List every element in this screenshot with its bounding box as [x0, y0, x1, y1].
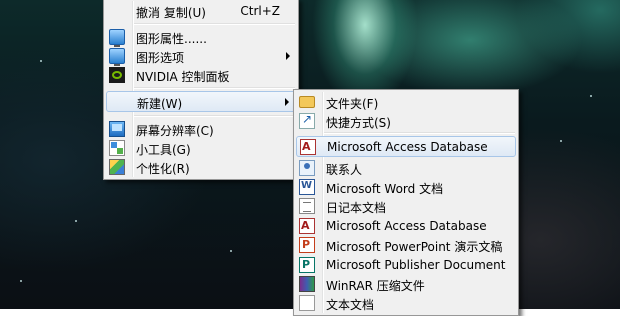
- menu-item-label: 新建(W): [137, 97, 183, 111]
- gadgets-icon: [109, 140, 125, 156]
- access-icon: [300, 139, 316, 155]
- menu-item-label: 文件夹(F): [326, 97, 379, 111]
- star: [590, 95, 592, 97]
- personalize-icon: [109, 159, 125, 175]
- screen-resolution-icon: [109, 121, 125, 137]
- star: [20, 280, 22, 282]
- menu-item-label: 联系人: [326, 163, 363, 177]
- menu-item-label: 个性化(R): [136, 162, 190, 176]
- submenu-item-word-document[interactable]: Microsoft Word 文档: [296, 177, 516, 196]
- menu-item-undo-copy[interactable]: 撤消 复制(U) Ctrl+Z: [106, 1, 296, 20]
- submenu-item-access-database-2[interactable]: Microsoft Access Database: [296, 216, 516, 235]
- menu-item-label: 快捷方式(S): [326, 116, 391, 130]
- contact-icon: [299, 160, 315, 176]
- submenu-arrow-icon: [286, 52, 290, 60]
- powerpoint-icon: [299, 237, 315, 253]
- menu-item-label: Microsoft Access Database: [326, 219, 487, 233]
- menu-item-label: 文本文档: [326, 298, 375, 312]
- submenu-item-journal-document[interactable]: 日记本文档: [296, 196, 516, 215]
- menu-item-label: 图形属性......: [136, 32, 207, 46]
- monitor-icon: [109, 48, 125, 66]
- menu-item-label: 屏幕分辨率(C): [136, 124, 214, 138]
- menu-item-label: 日记本文档: [326, 201, 387, 215]
- menu-item-label: NVIDIA 控制面板: [136, 70, 230, 84]
- monitor-icon: [109, 29, 125, 47]
- star: [75, 220, 77, 222]
- menu-item-label: 撤消 复制(U): [136, 6, 206, 20]
- menu-separator: [134, 87, 295, 89]
- star: [560, 140, 562, 142]
- menu-separator: [324, 132, 515, 134]
- submenu-item-winrar[interactable]: WinRAR 压缩文件: [296, 274, 516, 293]
- submenu-arrow-icon: [285, 98, 289, 106]
- menu-item-label: Microsoft Access Database: [327, 140, 488, 154]
- menu-item-personalize[interactable]: 个性化(R): [106, 157, 296, 176]
- menu-item-graphics-options[interactable]: 图形选项: [106, 46, 296, 66]
- new-submenu: 文件夹(F) 快捷方式(S) Microsoft Access Database…: [293, 89, 519, 316]
- desktop-context-menu: 撤消 复制(U) Ctrl+Z 图形属性...... 图形选项 NVIDIA 控…: [103, 0, 299, 180]
- menu-item-label: Microsoft Word 文档: [326, 182, 444, 196]
- menu-item-screen-resolution[interactable]: 屏幕分辨率(C): [106, 119, 296, 138]
- menu-separator: [134, 115, 295, 117]
- submenu-item-folder[interactable]: 文件夹(F): [296, 92, 516, 111]
- publisher-icon: [299, 257, 315, 273]
- submenu-item-contact[interactable]: 联系人: [296, 158, 516, 177]
- submenu-item-powerpoint[interactable]: Microsoft PowerPoint 演示文稿: [296, 235, 516, 254]
- star: [40, 60, 42, 62]
- nvidia-icon: [109, 67, 125, 83]
- menu-item-graphics-properties[interactable]: 图形属性......: [106, 27, 296, 47]
- winrar-icon: [299, 276, 315, 292]
- menu-separator: [134, 23, 295, 25]
- menu-item-label: Microsoft Publisher Document: [326, 258, 506, 272]
- menu-item-label: 图形选项: [136, 51, 185, 65]
- word-icon: [299, 179, 315, 195]
- menu-item-nvidia-control-panel[interactable]: NVIDIA 控制面板: [106, 65, 296, 84]
- submenu-item-shortcut[interactable]: 快捷方式(S): [296, 111, 516, 130]
- menu-item-gadgets[interactable]: 小工具(G): [106, 138, 296, 157]
- menu-item-label: Microsoft PowerPoint 演示文稿: [326, 240, 503, 254]
- shortcut-text: Ctrl+Z: [240, 4, 280, 18]
- menu-item-label: 小工具(G): [136, 143, 191, 157]
- submenu-item-text-document[interactable]: 文本文档: [296, 293, 516, 312]
- submenu-item-access-database[interactable]: Microsoft Access Database: [296, 136, 516, 157]
- menu-item-label: WinRAR 压缩文件: [326, 279, 425, 293]
- shortcut-icon: [299, 112, 315, 129]
- folder-icon: [299, 96, 315, 108]
- menu-item-new[interactable]: 新建(W): [106, 91, 296, 112]
- journal-icon: [299, 198, 315, 214]
- star: [230, 250, 232, 252]
- submenu-item-publisher[interactable]: Microsoft Publisher Document: [296, 255, 516, 274]
- access-icon: [299, 218, 315, 234]
